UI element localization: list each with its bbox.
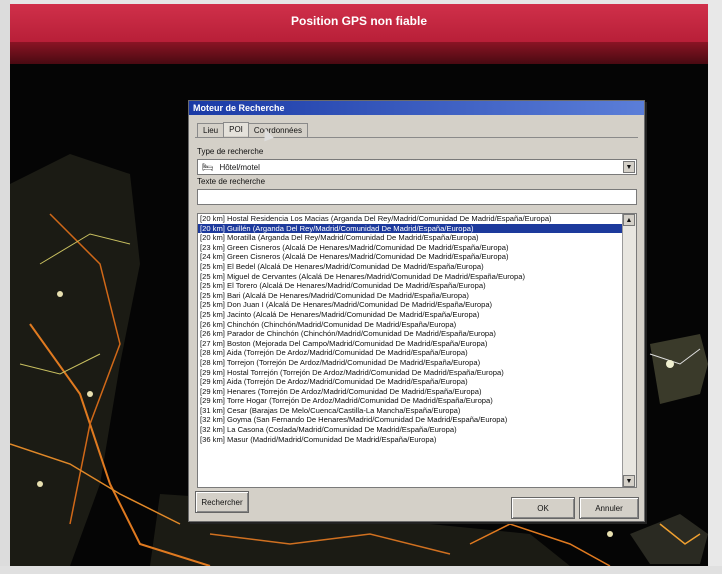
results-rows: [20 km] Hostal Residencia Los Macias (Ar… — [198, 214, 636, 444]
result-row[interactable]: [23 km] Green Cisneros (Alcalá De Henare… — [198, 243, 636, 253]
search-type-label: Type de recherche — [197, 147, 264, 156]
result-row[interactable]: [25 km] El Torero (Alcalá De Henares/Mad… — [198, 281, 636, 291]
cancel-button[interactable]: Annuler — [579, 497, 639, 519]
result-row[interactable]: [25 km] Miguel de Cervantes (Alcalá De H… — [198, 272, 636, 282]
result-row[interactable]: [29 km] Hostal Torrejón (Torrejón De Ard… — [198, 368, 636, 378]
results-scrollbar[interactable]: ▲ ▼ — [622, 214, 636, 487]
ok-button[interactable]: OK — [511, 497, 575, 519]
tab-poi[interactable]: POI — [223, 122, 249, 136]
result-row[interactable]: [28 km] Aida (Torrejón De Ardoz/Madrid/C… — [198, 348, 636, 358]
result-row[interactable]: [20 km] Guillén (Arganda Del Rey/Madrid/… — [198, 223, 636, 234]
result-row[interactable]: [29 km] Henares (Torrejón De Ardoz/Madri… — [198, 387, 636, 397]
result-row[interactable]: [25 km] Bari (Alcalá De Henares/Madrid/C… — [198, 291, 636, 301]
result-row[interactable]: [25 km] Jacinto (Alcalá De Henares/Madri… — [198, 310, 636, 320]
result-row[interactable]: [25 km] Don Juan I (Alcalá De Henares/Ma… — [198, 300, 636, 310]
photo-frame-left — [0, 0, 10, 574]
result-row[interactable]: [36 km] Masur (Madrid/Madrid/Comunidad D… — [198, 435, 636, 445]
chevron-down-icon[interactable]: ▼ — [623, 161, 635, 173]
result-row[interactable]: [28 km] Torrejon (Torrejón De Ardoz/Madr… — [198, 358, 636, 368]
result-row[interactable]: [27 km] Boston (Mejorada Del Campo/Madri… — [198, 339, 636, 349]
dialog-title: Moteur de Recherche — [189, 101, 644, 115]
bed-icon: 🛏 — [202, 161, 214, 172]
result-row[interactable]: [29 km] Torre Hogar (Torrejón De Ardoz/M… — [198, 396, 636, 406]
results-list[interactable]: [20 km] Hostal Residencia Los Macias (Ar… — [197, 213, 637, 488]
search-text-input[interactable] — [197, 189, 637, 205]
result-row[interactable]: [24 km] Green Cisneros (Alcalá De Henare… — [198, 252, 636, 262]
search-type-value: Hôtel/motel — [219, 162, 260, 172]
banner-strip — [10, 42, 708, 64]
result-row[interactable]: [31 km] Cesar (Barajas De Melo/Cuenca/Ca… — [198, 406, 636, 416]
tab-coordonnees[interactable]: Coordonnées — [247, 123, 308, 137]
gps-warning-text: Position GPS non fiable — [290, 14, 427, 28]
arrow-up-icon[interactable]: ▲ — [623, 214, 635, 226]
photo-frame-bottom — [0, 566, 722, 574]
search-engine-dialog: Moteur de Recherche Lieu POI Coordonnées… — [188, 100, 645, 522]
result-row[interactable]: [32 km] Goyma (San Fernando De Henares/M… — [198, 415, 636, 425]
result-row[interactable]: [25 km] El Bedel (Alcalá De Henares/Madr… — [198, 262, 636, 272]
gps-warning-banner: Position GPS non fiable — [10, 4, 708, 42]
search-type-select[interactable]: 🛏 Hôtel/motel ▼ — [197, 159, 637, 175]
result-row[interactable]: [29 km] Aida (Torrejón De Ardoz/Madrid/C… — [198, 377, 636, 387]
result-row[interactable]: [26 km] Parador de Chinchón (Chinchón/Ma… — [198, 329, 636, 339]
photo-frame-right — [708, 0, 722, 574]
result-row[interactable]: [32 km] La Casona (Coslada/Madrid/Comuni… — [198, 425, 636, 435]
arrow-down-icon[interactable]: ▼ — [623, 475, 635, 487]
search-button[interactable]: Rechercher — [195, 491, 249, 513]
result-row[interactable]: [20 km] Hostal Residencia Los Macias (Ar… — [198, 214, 636, 224]
result-row[interactable]: [20 km] Moratilla (Arganda Del Rey/Madri… — [198, 233, 636, 243]
result-row[interactable]: [26 km] Chinchón (Chinchón/Madrid/Comuni… — [198, 320, 636, 330]
search-text-label: Texte de recherche — [197, 177, 266, 186]
tab-lieu[interactable]: Lieu — [197, 123, 225, 137]
